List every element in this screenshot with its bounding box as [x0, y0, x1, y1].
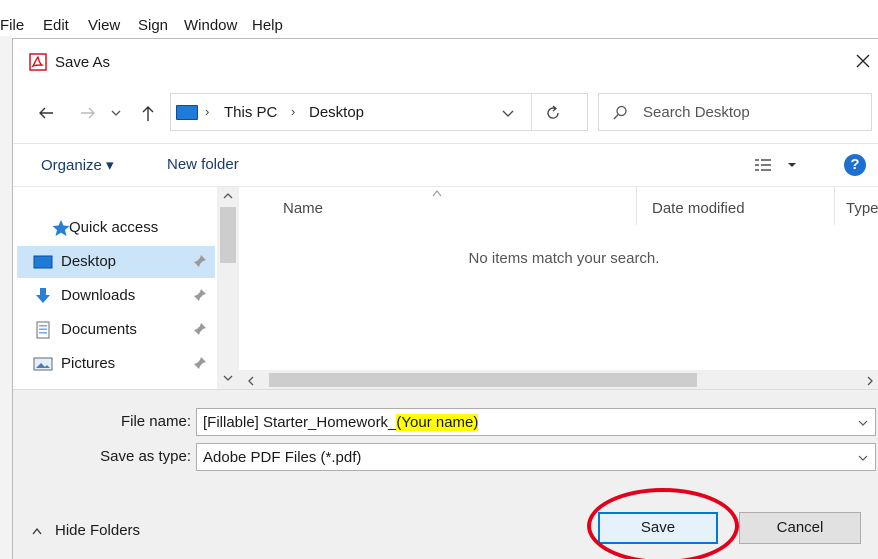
- sidebar-item-downloads[interactable]: Downloads: [17, 280, 215, 312]
- desktop-folder-icon: [33, 255, 53, 269]
- dialog-titlebar: Save As: [13, 39, 878, 83]
- search-icon: [613, 105, 627, 120]
- empty-state-message: No items match your search.: [468, 250, 660, 267]
- file-list: Name Date modified Type No items match y…: [239, 187, 878, 390]
- save-as-type-select[interactable]: Adobe PDF Files (*.pdf): [196, 443, 876, 471]
- cancel-button[interactable]: Cancel: [739, 512, 861, 544]
- save-form: File name: [Fillable] Starter_Homework_(…: [13, 389, 878, 559]
- column-header-type[interactable]: Type: [846, 200, 878, 217]
- menu-help[interactable]: Help: [252, 17, 283, 34]
- close-icon[interactable]: [853, 51, 873, 71]
- column-header-date-modified[interactable]: Date modified: [652, 200, 745, 217]
- search-placeholder: Search Desktop: [643, 104, 750, 121]
- chevron-down-icon[interactable]: [499, 103, 517, 123]
- file-name-prefix: [Fillable] Starter_Homework_: [203, 414, 397, 431]
- column-header-name[interactable]: Name: [283, 200, 323, 217]
- sidebar-item-pictures[interactable]: Pictures: [17, 348, 215, 380]
- divider: [531, 94, 532, 130]
- forward-arrow-icon[interactable]: [77, 102, 99, 124]
- file-name-value: [Fillable] Starter_Homework_(Your name): [203, 414, 479, 431]
- menu-window[interactable]: Window: [184, 17, 237, 34]
- menu-edit[interactable]: Edit: [43, 17, 69, 34]
- chevron-down-icon[interactable]: [857, 418, 869, 428]
- nav-pane-scrollbar[interactable]: [217, 187, 239, 390]
- pdf-icon: [29, 53, 47, 71]
- menu-file[interactable]: File: [0, 17, 24, 34]
- navigation-pane: Quick access Desktop Downloads Documents…: [13, 187, 239, 390]
- breadcrumb-separator: ›: [291, 104, 296, 119]
- pictures-icon: [33, 357, 53, 371]
- scrollbar-thumb[interactable]: [220, 207, 236, 263]
- sort-caret-icon: [432, 190, 442, 197]
- search-box[interactable]: Search Desktop: [598, 93, 872, 131]
- divider: [636, 187, 637, 225]
- up-arrow-icon[interactable]: [137, 102, 159, 124]
- sidebar-item-label: Quick access: [69, 219, 159, 236]
- divider: [834, 187, 835, 225]
- file-name-label: File name:: [120, 413, 191, 430]
- sidebar-item-label: Desktop: [61, 253, 117, 270]
- breadcrumb-desktop[interactable]: Desktop: [309, 104, 364, 121]
- menu-view[interactable]: View: [88, 17, 120, 34]
- scroll-left-icon[interactable]: [247, 375, 255, 387]
- menu-sign[interactable]: Sign: [138, 17, 168, 34]
- app-menu-bar: File Edit View Sign Window Help: [0, 0, 878, 559]
- address-bar[interactable]: › This PC › Desktop: [170, 93, 588, 131]
- refresh-icon[interactable]: [543, 103, 563, 123]
- browser-pane: Quick access Desktop Downloads Documents…: [13, 186, 878, 390]
- save-as-type-label: Save as type:: [100, 448, 191, 465]
- command-toolbar: Organize ▾ New folder ?: [13, 144, 878, 186]
- chevron-up-icon: [32, 527, 42, 535]
- breadcrumb-separator: ›: [205, 104, 210, 119]
- documents-icon: [36, 321, 50, 339]
- dialog-title: Save As: [55, 54, 111, 71]
- scroll-right-icon[interactable]: [866, 375, 874, 387]
- sidebar-item-label: Documents: [61, 321, 137, 338]
- view-options-icon[interactable]: [754, 157, 772, 173]
- organize-button[interactable]: Organize ▾: [41, 156, 114, 174]
- chevron-down-icon[interactable]: [857, 453, 869, 463]
- navigation-bar: › This PC › Desktop Search Desktop: [13, 89, 878, 135]
- scrollbar-thumb[interactable]: [269, 373, 697, 387]
- background-strip: [0, 36, 12, 559]
- sidebar-item-label: Pictures: [61, 355, 116, 372]
- hide-folders-label: Hide Folders: [55, 522, 141, 539]
- scroll-up-icon[interactable]: [222, 191, 234, 201]
- scroll-down-icon[interactable]: [222, 373, 234, 383]
- save-as-dialog: Save As › This PC › Desktop Search Deskt…: [12, 38, 878, 559]
- sidebar-item-documents[interactable]: Documents: [17, 314, 215, 346]
- chevron-down-icon[interactable]: [787, 160, 797, 170]
- save-button[interactable]: Save: [598, 512, 718, 544]
- pin-icon[interactable]: [193, 322, 207, 336]
- sidebar-item-label: Downloads: [61, 287, 136, 304]
- pin-icon[interactable]: [193, 254, 207, 268]
- this-pc-icon: [176, 105, 198, 120]
- back-arrow-icon[interactable]: [35, 102, 57, 124]
- sidebar-item-quick-access[interactable]: Quick access: [17, 212, 215, 244]
- download-arrow-icon: [36, 288, 50, 303]
- pin-icon[interactable]: [193, 288, 207, 302]
- file-name-input[interactable]: [Fillable] Starter_Homework_(Your name): [196, 408, 876, 436]
- help-icon[interactable]: ?: [844, 154, 866, 176]
- star-icon: [52, 220, 70, 236]
- save-as-type-value: Adobe PDF Files (*.pdf): [203, 449, 362, 466]
- file-name-highlight: (Your name): [396, 414, 479, 431]
- new-folder-button[interactable]: New folder: [167, 156, 239, 173]
- file-list-scrollbar[interactable]: [239, 370, 878, 390]
- sidebar-item-desktop[interactable]: Desktop: [17, 246, 215, 278]
- recent-locations-chevron-icon[interactable]: [109, 102, 123, 124]
- pin-icon[interactable]: [193, 356, 207, 370]
- breadcrumb-this-pc[interactable]: This PC: [224, 104, 277, 121]
